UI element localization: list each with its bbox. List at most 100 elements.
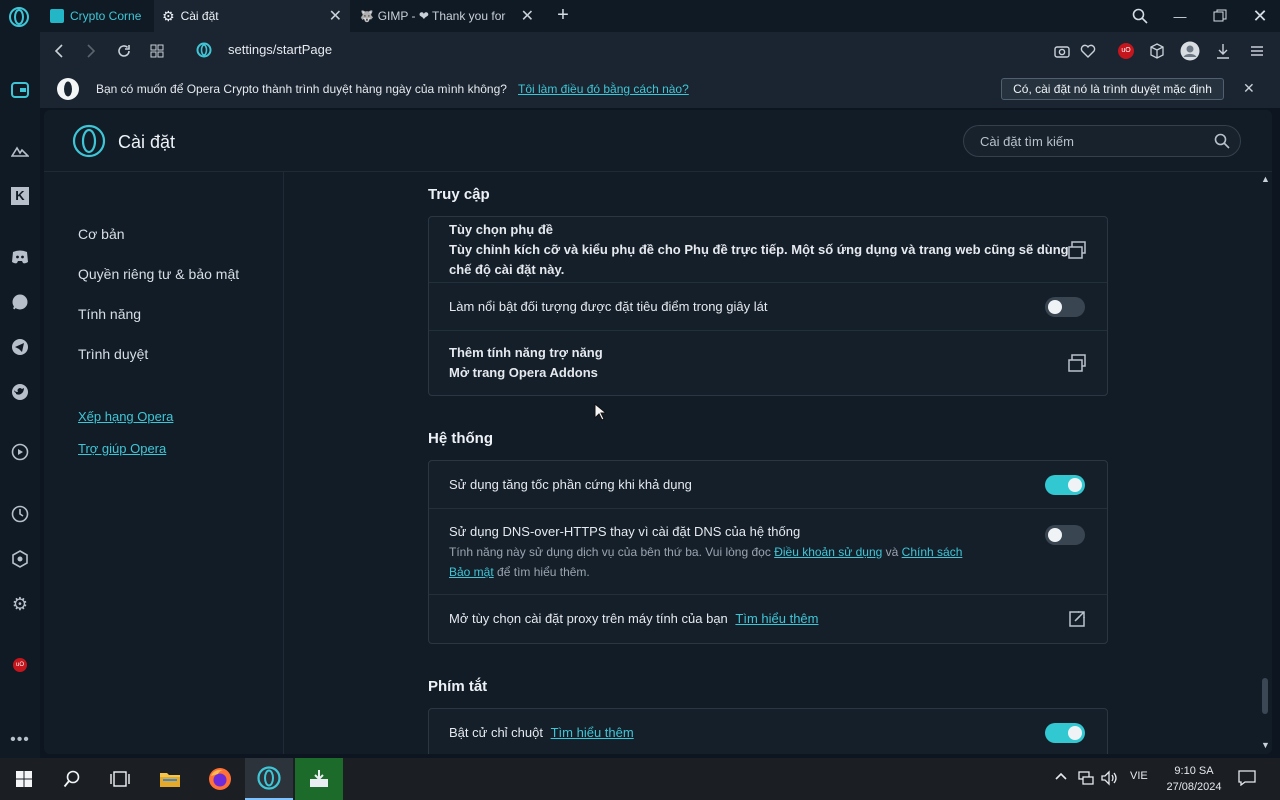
- volume-icon[interactable]: [1100, 770, 1118, 789]
- highlight-focus-toggle[interactable]: [1045, 297, 1085, 317]
- set-default-button[interactable]: Có, cài đặt nó là trình duyệt mặc định: [1001, 78, 1224, 100]
- captions-desc-2: chế độ cài đặt này.: [449, 262, 565, 277]
- mountain-icon[interactable]: [8, 139, 32, 163]
- opera-crypto-taskbar-icon[interactable]: [245, 758, 293, 800]
- crypto-shield-icon[interactable]: [8, 547, 32, 571]
- k-app-icon[interactable]: K: [8, 184, 32, 208]
- close-tab-icon[interactable]: ✕: [521, 6, 534, 26]
- download-icon[interactable]: [1212, 40, 1234, 62]
- profile-avatar-icon[interactable]: [1179, 40, 1201, 62]
- system-card: Sử dụng tăng tốc phần cứng khi khả dụng …: [428, 460, 1108, 644]
- close-window-button[interactable]: ✕: [1240, 0, 1280, 32]
- open-in-new-window-icon[interactable]: [1067, 240, 1087, 260]
- hardware-acceleration-row[interactable]: Sử dụng tăng tốc phần cứng khi khả dụng: [429, 461, 1107, 509]
- task-view-icon[interactable]: [96, 758, 144, 800]
- proxy-settings-row[interactable]: Mở tùy chọn cài đặt proxy trên máy tính …: [429, 595, 1107, 643]
- new-tab-button[interactable]: +: [552, 4, 574, 26]
- notifications-icon[interactable]: [1238, 770, 1256, 789]
- proxy-label: Mở tùy chọn cài đặt proxy trên máy tính …: [449, 611, 819, 626]
- hardware-acceleration-toggle[interactable]: [1045, 475, 1085, 495]
- ublock-icon[interactable]: uO: [8, 653, 32, 677]
- minimize-button[interactable]: —: [1160, 0, 1200, 32]
- system-clock[interactable]: 9:10 SA 27/08/2024: [1156, 763, 1232, 795]
- tab-crypto-corner[interactable]: Crypto Corne: [42, 0, 154, 32]
- section-title-shortcuts: Phím tắt: [428, 678, 488, 695]
- tab-search-icon[interactable]: [1120, 0, 1160, 32]
- shortcuts-card: Bật cử chỉ chuột Tìm hiểu thêm: [428, 708, 1108, 754]
- nav-item-basic[interactable]: Cơ bản: [78, 226, 125, 242]
- external-link-icon[interactable]: [1067, 609, 1087, 629]
- firefox-icon[interactable]: [196, 758, 244, 800]
- clock-date: 27/08/2024: [1166, 781, 1222, 793]
- restore-button[interactable]: [1200, 0, 1240, 32]
- whatsapp-icon[interactable]: [8, 290, 32, 314]
- highlight-focus-label: Làm nổi bật đối tượng được đặt tiêu điểm…: [449, 299, 768, 314]
- reload-button[interactable]: [113, 40, 135, 62]
- banner-help-link[interactable]: Tôi làm điều đó bằng cách nào?: [518, 82, 689, 96]
- accessibility-addons-row[interactable]: Thêm tính năng trợ năng Mở trang Opera A…: [429, 331, 1107, 395]
- tab-label: Cài đặt: [180, 9, 219, 23]
- captions-row[interactable]: Tùy chọn phụ đề Tùy chỉnh kích cỡ và kiể…: [429, 217, 1107, 283]
- heart-icon[interactable]: [1077, 40, 1099, 62]
- extensions-cube-icon[interactable]: [1146, 40, 1168, 62]
- terms-of-use-link[interactable]: Điều khoản sử dụng: [774, 545, 882, 559]
- highlight-focus-row[interactable]: Làm nổi bật đối tượng được đặt tiêu điểm…: [429, 283, 1107, 331]
- scroll-down-icon[interactable]: ▼: [1261, 740, 1270, 750]
- opera-logo-icon: [56, 77, 80, 104]
- scroll-up-icon[interactable]: ▲: [1261, 174, 1270, 184]
- mouse-gestures-learn-more-link[interactable]: Tìm hiểu thêm: [551, 725, 634, 740]
- windows-taskbar: VIE 9:10 SA 27/08/2024: [0, 758, 1280, 800]
- proxy-learn-more-link[interactable]: Tìm hiểu thêm: [735, 611, 818, 626]
- input-language[interactable]: VIE: [1130, 770, 1148, 782]
- forward-button[interactable]: [80, 40, 102, 62]
- discord-icon[interactable]: [8, 245, 32, 269]
- tab-strip: Crypto Corne ⚙ Cài đặt ✕ 🐺 GIMP - ❤ Than…: [0, 0, 1280, 32]
- search-icon[interactable]: [1214, 133, 1230, 152]
- crypto-tab-icon: [50, 9, 64, 23]
- nav-item-features[interactable]: Tính năng: [78, 306, 141, 322]
- ublock-extension-icon[interactable]: uO: [1115, 40, 1137, 62]
- mouse-gestures-row[interactable]: Bật cử chỉ chuột Tìm hiểu thêm: [429, 709, 1107, 754]
- back-button[interactable]: [48, 40, 70, 62]
- dns-over-https-toggle[interactable]: [1045, 525, 1085, 545]
- privacy-policy-link[interactable]: Chính sách: [902, 545, 963, 559]
- mouse-cursor-icon: [594, 403, 606, 421]
- opera-help-link[interactable]: Trợ giúp Opera: [78, 441, 166, 456]
- tab-grid-icon[interactable]: [146, 40, 168, 62]
- gimp-installer-icon[interactable]: [295, 758, 343, 800]
- crypto-wallet-icon[interactable]: [8, 78, 32, 102]
- scrollbar-thumb[interactable]: [1262, 678, 1268, 714]
- opera-menu-button[interactable]: [8, 6, 30, 28]
- nav-item-privacy[interactable]: Quyền riêng tư & bảo mật: [78, 266, 239, 282]
- tab-settings[interactable]: ⚙ Cài đặt ✕: [154, 0, 350, 32]
- url-text[interactable]: settings/startPage: [228, 42, 332, 57]
- gear-icon: ⚙: [162, 7, 175, 24]
- history-icon[interactable]: [8, 502, 32, 526]
- taskbar-search-icon[interactable]: [48, 758, 96, 800]
- gimp-tab-icon: 🐺: [360, 10, 374, 23]
- file-explorer-icon[interactable]: [146, 758, 194, 800]
- nav-item-browser[interactable]: Trình duyệt: [78, 346, 148, 362]
- close-tab-icon[interactable]: ✕: [329, 6, 342, 26]
- telegram-icon[interactable]: [8, 335, 32, 359]
- settings-search-input[interactable]: [980, 126, 1200, 156]
- privacy-policy-link-2[interactable]: Bảo mật: [449, 565, 494, 579]
- network-icon[interactable]: [1077, 770, 1095, 789]
- settings-gear-icon[interactable]: ⚙: [8, 592, 32, 616]
- player-icon[interactable]: [8, 440, 32, 464]
- show-hidden-icons[interactable]: [1054, 769, 1068, 786]
- dns-over-https-row[interactable]: Sử dụng DNS-over-HTTPS thay vì cài đặt D…: [429, 509, 1107, 595]
- mouse-gestures-toggle[interactable]: [1045, 723, 1085, 743]
- doh-description: Tính năng này sử dụng dịch vụ của bên th…: [449, 545, 963, 559]
- twitter-icon[interactable]: [8, 380, 32, 404]
- tab-gimp[interactable]: 🐺 GIMP - ❤ Thank you for ✕: [352, 0, 542, 32]
- camera-icon[interactable]: [1051, 40, 1073, 62]
- rate-opera-link[interactable]: Xếp hạng Opera: [78, 409, 173, 424]
- windows-start-icon[interactable]: [0, 758, 48, 800]
- close-banner-icon[interactable]: ✕: [1243, 80, 1255, 97]
- settings-scrollbar[interactable]: ▲ ▼: [1258, 172, 1272, 754]
- settings-header: Cài đặt: [44, 110, 1272, 172]
- open-in-new-window-icon[interactable]: [1067, 353, 1087, 373]
- easy-setup-menu-icon[interactable]: [1246, 40, 1268, 62]
- more-options-icon[interactable]: •••: [8, 728, 32, 752]
